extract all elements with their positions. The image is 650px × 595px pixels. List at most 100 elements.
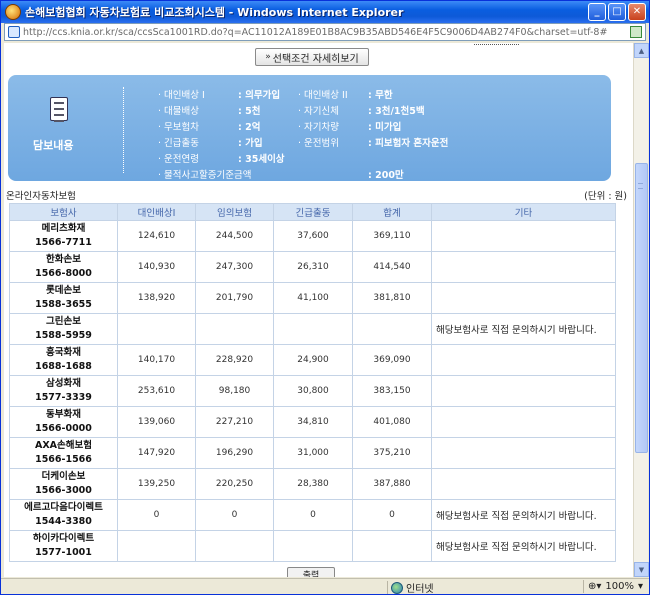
- premium-cell: 37,600: [273, 220, 353, 252]
- insurer-cell: AXA손해보험 1566-1566: [9, 437, 118, 469]
- coverage-key: 대인배상 II: [298, 87, 348, 101]
- premium-cell: 383,150: [352, 375, 432, 407]
- table-row: 하이카다이렉트 1577-1001 해당보험사로 직접 문의하시기 바랍니다.: [9, 530, 616, 562]
- section-title: 온라인자동차보험: [6, 191, 76, 202]
- insurer-cell: 그린손보 1588-5959: [9, 313, 118, 345]
- premium-cell: [195, 530, 274, 562]
- premium-cell: 0: [273, 499, 353, 531]
- insurer-phone: 1577-3339: [35, 392, 92, 403]
- insurer-name: 롯데손보: [46, 285, 81, 296]
- premium-cell: 220,250: [195, 468, 274, 500]
- premium-cell: [352, 313, 432, 345]
- premium-cell: 227,210: [195, 406, 274, 438]
- insurer-cell: 한화손보 1566-8000: [9, 251, 118, 283]
- premium-cell: 369,090: [352, 344, 432, 376]
- premium-cell: 381,810: [352, 282, 432, 314]
- premium-cell: 253,610: [117, 375, 196, 407]
- table-row: 메리츠화재 1566-7711 124,610 244,500 37,600 369,11…: [9, 220, 616, 252]
- coverage-key: 대물배상: [158, 103, 199, 117]
- double-chevron-icon: »: [265, 52, 271, 62]
- premium-cell: 369,110: [352, 220, 432, 252]
- premium-cell: 140,930: [117, 251, 196, 283]
- detail-conditions-button[interactable]: » 선택조건 자세히보기: [255, 48, 369, 66]
- column-header: 합계: [352, 203, 432, 221]
- zoom-level: 100%: [605, 581, 634, 592]
- minimize-button[interactable]: _: [588, 3, 606, 21]
- close-button[interactable]: ✕: [628, 3, 646, 21]
- premium-cell: 24,900: [273, 344, 353, 376]
- address-bar[interactable]: http://ccs.knia.or.kr/sca/ccsSca1001RD.d…: [4, 23, 646, 41]
- vertical-scrollbar[interactable]: ▲ ▼: [633, 43, 649, 577]
- maximize-button[interactable]: □: [608, 3, 626, 21]
- security-zone-label: 인터넷: [406, 584, 434, 595]
- coverage-key: 자기신체: [298, 103, 339, 117]
- premium-cell: 31,000: [273, 437, 353, 469]
- insurer-name: 에르고다음다이렉트: [24, 502, 103, 513]
- scroll-up-button[interactable]: ▲: [634, 43, 649, 58]
- premium-cell: 414,540: [352, 251, 432, 283]
- note-cell: [431, 375, 616, 407]
- table-header-row: 보험사 대인배상I 임의보험 긴급출동 합계 기타: [9, 203, 616, 221]
- compat-view-icon[interactable]: [630, 26, 642, 38]
- column-header: 임의보험: [195, 203, 274, 221]
- scroll-thumb[interactable]: [635, 163, 648, 453]
- note-cell: [431, 468, 616, 500]
- coverage-value: : 피보험자 혼자운전: [368, 138, 449, 149]
- table-row: 더케이손보 1566-3000 139,250 220,250 28,380 387,88…: [9, 468, 616, 500]
- page-content: » 선택조건 자세히보기 담보내용 대인배상 I : 의무가입 대물배상 : 5…: [4, 43, 633, 577]
- table-row: 한화손보 1566-8000 140,930 247,300 26,310 414,540: [9, 251, 616, 283]
- premium-cell: 34,810: [273, 406, 353, 438]
- unit-label: (단위 : 원): [584, 191, 627, 202]
- insurer-name: 삼성화재: [46, 378, 81, 389]
- insurer-phone: 1566-0000: [35, 423, 92, 434]
- coverage-value: : 5천: [238, 106, 261, 117]
- url-text[interactable]: http://ccs.knia.or.kr/sca/ccsSca1001RD.d…: [23, 27, 630, 38]
- insurer-cell: 에르고다음다이렉트 1544-3380: [9, 499, 118, 531]
- premium-cell: 196,290: [195, 437, 274, 469]
- insurer-name: 그린손보: [46, 316, 81, 327]
- premium-cell: 228,920: [195, 344, 274, 376]
- zoom-icon: ⊕▾: [587, 581, 602, 592]
- premium-cell: 387,880: [352, 468, 432, 500]
- column-header: 긴급출동: [273, 203, 353, 221]
- insurer-phone: 1588-3655: [35, 299, 92, 310]
- premium-cell: [117, 313, 196, 345]
- insurer-phone: 1577-1001: [35, 547, 92, 558]
- premium-table: 보험사 대인배상I 임의보험 긴급출동 합계 기타 메리츠화재 1566-7711…: [9, 203, 616, 562]
- insurer-name: 흥국화재: [46, 347, 81, 358]
- insurer-phone: 1566-3000: [35, 485, 92, 496]
- premium-cell: 124,610: [117, 220, 196, 252]
- note-cell: [431, 406, 616, 438]
- zoom-control[interactable]: ⊕▾ 100% ▾: [582, 580, 643, 593]
- insurer-cell: 메리츠화재 1566-7711: [9, 220, 118, 252]
- insurer-name: 한화손보: [46, 254, 81, 265]
- column-header: 기타: [431, 203, 616, 221]
- print-button[interactable]: 출력: [287, 567, 335, 577]
- note-cell: [431, 344, 616, 376]
- insurer-phone: 1566-1566: [35, 454, 92, 465]
- detail-button-label: 선택조건 자세히보기: [272, 53, 359, 65]
- insurer-phone: 1544-3380: [35, 516, 92, 527]
- premium-cell: 41,100: [273, 282, 353, 314]
- document-icon: [50, 97, 68, 122]
- title-bar[interactable]: 손해보험협회 자동차보험료 비교조회시스템 - Windows Internet…: [1, 1, 649, 23]
- divider: [123, 87, 124, 173]
- insurer-phone: 1566-7711: [35, 237, 92, 248]
- insurer-name: 메리츠화재: [41, 223, 86, 234]
- scroll-down-button[interactable]: ▼: [634, 562, 649, 577]
- table-row: 에르고다음다이렉트 1544-3380 0 0 0 0 해당보험사로 직접 문의하시기 바랍…: [9, 499, 616, 531]
- coverage-value: : 의무가입: [238, 90, 281, 101]
- table-row: AXA손해보험 1566-1566 147,920 196,290 31,000 375,…: [9, 437, 616, 469]
- column-header: 보험사: [9, 203, 118, 221]
- table-row: 그린손보 1588-5959 해당보험사로 직접 문의하시기 바랍니다.: [9, 313, 616, 345]
- insurer-cell: 롯데손보 1588-3655: [9, 282, 118, 314]
- note-cell: [431, 437, 616, 469]
- note-cell: [431, 282, 616, 314]
- premium-cell: 147,920: [117, 437, 196, 469]
- globe-icon: [391, 581, 403, 594]
- table-row: 롯데손보 1588-3655 138,920 201,790 41,100 381,810: [9, 282, 616, 314]
- window-title: 손해보험협회 자동차보험료 비교조회시스템 - Windows Internet…: [25, 6, 404, 19]
- table-row: 삼성화재 1577-3339 253,610 98,180 30,800 383,150: [9, 375, 616, 407]
- premium-cell: 28,380: [273, 468, 353, 500]
- note-cell: [431, 251, 616, 283]
